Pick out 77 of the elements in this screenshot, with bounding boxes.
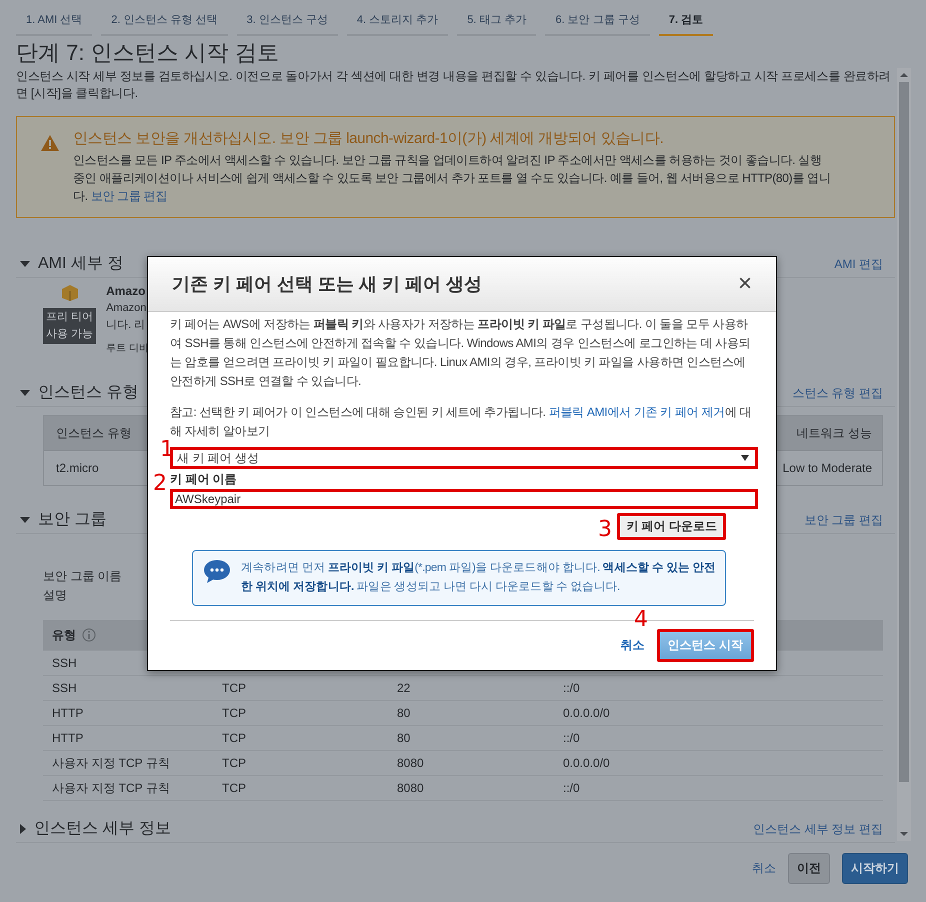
ami-note: 루트 디바 [106, 342, 146, 356]
wizard-step-tab[interactable]: 5. 태그 추가 [457, 8, 536, 36]
cancel-link[interactable]: 취소 [752, 860, 776, 877]
table-cell-text: ::/0 [563, 681, 581, 695]
table-cell-text: TCP [222, 681, 247, 695]
expand-triangle-icon[interactable] [20, 517, 30, 523]
table-cell-text: TCP [222, 781, 247, 795]
table-cell-text: 8080 [397, 781, 425, 795]
key-pair-dropdown[interactable]: 새 키 페어 생성 [170, 447, 758, 469]
table-cell-text: HTTP [52, 731, 84, 745]
wizard-step-tab[interactable]: 6. 보안 그룹 구성 [545, 8, 650, 36]
previous-button[interactable]: 이전 [788, 853, 830, 884]
table-cell-text: 사용자 지정 TCP 규칙 [52, 780, 171, 796]
warning-title: 인스턴스 보안을 개선하십시오. 보안 그룹 launch-wizard-1이(가) 세계에 개방되어 있습니다. [73, 129, 664, 149]
field-label: 설명 [43, 587, 67, 604]
section-title[interactable]: 인스턴스 세부 정보 [34, 819, 745, 839]
wizard-step-tab[interactable]: 3. 인스턴스 구성 [236, 8, 338, 36]
cancel-link[interactable]: 취소 [620, 637, 645, 654]
wizard-step-tab[interactable]: 2. 인스턴스 유형 선택 [101, 8, 228, 36]
learn-more-link[interactable]: 퍼블릭 AMI에서 기존 키 페어 제거 [548, 405, 725, 419]
column-header: 유형 [52, 626, 76, 644]
info-text: 계속하려면 먼저 프라이빗 키 파일(*.pem 파일)을 다운로드해야 합니다. 액세스할 수 있는 안전한 위치에 저장합니다. 파일은 생성되고 나면 다시 다운로드할 수 없습니다. [241, 561, 716, 595]
table-cell-text: 0.0.0.0/0 [563, 706, 611, 720]
table-cell: t2.micro [56, 461, 99, 475]
edit-link[interactable]: 보안 그룹 편집 [804, 512, 883, 528]
collapse-triangle-icon[interactable] [20, 824, 26, 834]
annotation-number: 3 [598, 519, 612, 541]
column-header: 네트워크 성능 [796, 424, 872, 442]
table-cell-text: ::/0 [563, 731, 581, 745]
warning-message: 인스턴스를 모든 IP 주소에서 액세스할 수 있습니다. 보안 그룹 규칙을 업데이트하여 알려진 IP 주소에서만 액세스를 허용하는 것이 좋습니다. 실행 중인 애플리케이션이나 서비스에 쉽게 액세스할 수 있도록 보안 그룹에서 추가 포트를 열 수도 있습니다. 예를 들어, 웹 서버용으로 HTTP(80)를 엽니다. 보안 그룹 편집 [73, 152, 832, 205]
free-tier-badge: 프리 티어 사용 가능 [43, 308, 96, 344]
table-cell-text: SSH [52, 656, 78, 670]
page-title: 단계 7: 인스턴스 시작 검토 [16, 40, 280, 66]
ami-description: 니다. 리 [106, 318, 146, 333]
table-cell-text: TCP [222, 756, 247, 770]
table-cell-text: HTTP [52, 706, 84, 720]
dialog-note: 참고: 선택한 키 페어가 이 인스턴스에 대해 승인된 키 세트에 추가됩니다. 퍼블릭 AMI에서 기존 키 페어 제거에 대해 자세히 알아보기 [170, 404, 752, 440]
table-cell-text: 80 [397, 706, 412, 720]
ami-description: Amazon [106, 301, 146, 316]
edit-link[interactable]: 스턴스 유형 편집 [792, 384, 883, 402]
ami-name: Amazo [106, 284, 146, 299]
scrollbar[interactable] [897, 68, 911, 841]
table-cell-text: TCP [222, 731, 247, 745]
edit-security-group-link[interactable]: 보안 그룹 편집 [90, 189, 168, 203]
download-key-pair-button[interactable]: 키 페어 다운로드 [617, 513, 726, 540]
annotation-number: 4 [634, 609, 648, 631]
launch-instance-button[interactable]: 인스턴스 시작 [656, 629, 754, 662]
key-pair-name-field[interactable]: AWSkeypair [170, 489, 758, 509]
wizard-step-tab[interactable]: 4. 스토리지 추가 [346, 8, 448, 36]
table-cell-text: SSH [52, 681, 78, 695]
expand-triangle-icon[interactable] [20, 261, 30, 267]
close-button[interactable]: × [738, 272, 752, 296]
table-cell-text: 사용자 지정 TCP 규칙 [52, 754, 171, 772]
table-cell-text: 8080 [397, 756, 425, 770]
annotation-number: 2 [153, 473, 167, 495]
table-cell: Low to Moderate [782, 461, 872, 475]
table-cell-text: TCP [222, 706, 247, 720]
column-header: 인스턴스 유형 [56, 424, 132, 442]
dropdown-caret-icon [741, 455, 749, 461]
table-cell-text: ::/0 [563, 781, 581, 795]
chat-bubble-icon [203, 559, 231, 583]
dialog-title: 기존 키 페어 선택 또는 새 키 페어 생성 [172, 273, 482, 296]
cube-icon [60, 284, 79, 302]
expand-triangle-icon[interactable] [20, 390, 30, 396]
wizard-step-tab[interactable]: 7. 검토 [658, 8, 714, 36]
dialog-description: 키 페어는 AWS에 저장하는 퍼블릭 키와 사용자가 저장하는 프라이빗 키 파일로 구성됩니다. 이 둘을 모두 사용하여 SSH를 통해 인스턴스에 안전하게 접속할 수 있습니다. Windows AMI의 경우 인스턴스에 로그인하는 데 사용되는 암호를 얻으려면 프라이빗 키 파일이 필요합니다. Linux AMI의 경우, 프라이빗 키 파일을 사용하면 인스턴스에 안전하게 SSH로 연결할 수 있습니다. [170, 316, 752, 390]
wizard-step-tab[interactable]: 1. AMI 선택 [16, 8, 92, 36]
table-cell-text: 0.0.0.0/0 [563, 756, 611, 770]
field-label: 보안 그룹 이름 [43, 568, 122, 585]
edit-link[interactable]: 인스턴스 세부 정보 편집 [752, 820, 883, 838]
table-cell-text: 22 [397, 681, 412, 695]
key-pair-name-label: 키 페어 이름 [170, 471, 238, 488]
page-description: 인스턴스 시작 세부 정보를 검토하십시오. 이전으로 돌아가서 각 섹션에 대한 변경 내용을 편집할 수 있습니다. 키 페어를 인스턴스에 할당하고 시작 프로세스를 완료하려면 [시작]을 클릭합니다. [16, 68, 892, 102]
edit-link[interactable]: AMI 편집 [834, 256, 883, 272]
launch-button[interactable]: 시작하기 [842, 853, 908, 884]
warning-icon [41, 135, 59, 151]
table-cell-text: 80 [397, 731, 412, 745]
